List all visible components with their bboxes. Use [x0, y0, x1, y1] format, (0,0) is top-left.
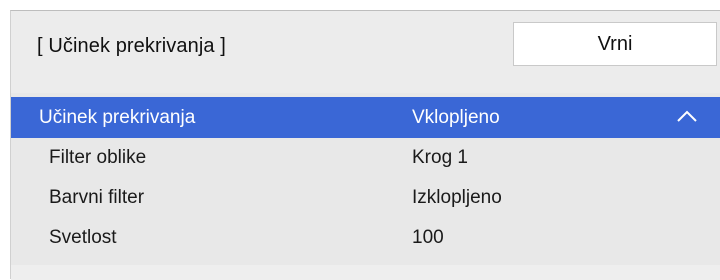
- row-value: Izklopljeno: [412, 187, 502, 208]
- row-label: Filter oblike: [49, 147, 147, 168]
- row-value: 100: [412, 227, 444, 248]
- menu-title: [ Učinek prekrivanja ]: [37, 35, 226, 57]
- chevron-up-icon[interactable]: [676, 109, 698, 123]
- row-label: Barvni filter: [49, 187, 145, 208]
- menu-header: [ Učinek prekrivanja ] Vrni: [11, 11, 720, 93]
- menu-footer: [11, 265, 720, 280]
- menu-row-brightness[interactable]: Svetlost 100: [11, 218, 720, 258]
- row-label: Svetlost: [49, 227, 117, 248]
- menu-row-color-filter[interactable]: Barvni filter Izklopljeno: [11, 178, 720, 218]
- overlay-effect-menu: [ Učinek prekrivanja ] Vrni Učinek prekr…: [10, 10, 720, 280]
- row-value: Krog 1: [412, 147, 468, 168]
- menu-row-overlay-effect[interactable]: Učinek prekrivanja Vklopljeno: [11, 97, 720, 138]
- row-label: Učinek prekrivanja: [39, 106, 196, 128]
- menu-rows: Učinek prekrivanja Vklopljeno Filter obl…: [11, 97, 720, 258]
- row-value: Vklopljeno: [412, 106, 500, 128]
- back-button[interactable]: Vrni: [513, 22, 717, 66]
- menu-row-shape-filter[interactable]: Filter oblike Krog 1: [11, 138, 720, 178]
